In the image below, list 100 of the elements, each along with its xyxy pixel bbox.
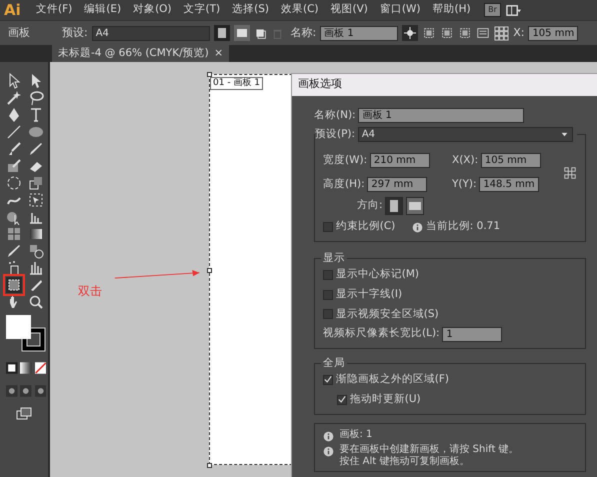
menu-item[interactable]: 选择(S) bbox=[228, 2, 273, 18]
gradient-swatch-icon[interactable] bbox=[20, 360, 32, 376]
type-icon[interactable] bbox=[28, 107, 44, 123]
checkbox-label: 显示视频安全区域(S) bbox=[336, 306, 439, 322]
selection-handle[interactable] bbox=[207, 268, 212, 273]
gradient-icon[interactable] bbox=[28, 226, 44, 242]
artboard-options-icon[interactable] bbox=[476, 26, 490, 40]
menu-item[interactable]: 文字(T) bbox=[180, 2, 224, 18]
draw-inside-icon[interactable] bbox=[34, 383, 46, 399]
name-label: 名称(N): bbox=[314, 108, 356, 123]
tab-close-button[interactable]: × bbox=[214, 47, 224, 59]
menu-item[interactable]: 窗口(W) bbox=[376, 2, 424, 18]
annotation-text: 双击 bbox=[78, 283, 102, 300]
checkbox-label: 拖动时更新(U) bbox=[350, 392, 421, 407]
x-label: X(X): bbox=[452, 152, 478, 168]
x-field[interactable]: 105 mm bbox=[528, 26, 578, 40]
pixel-ratio-label: 视频标尺像素长宽比(L): bbox=[323, 326, 440, 342]
reference-point-icon[interactable] bbox=[494, 26, 510, 40]
preset-value: A4 bbox=[362, 128, 376, 142]
preset-value: A4 bbox=[96, 26, 109, 40]
current-ratio-text: 当前比例: 0.71 bbox=[426, 219, 500, 234]
constrain-label: 约束比例(C) bbox=[336, 219, 396, 234]
portrait-button[interactable] bbox=[385, 197, 404, 216]
menu-item[interactable]: 视图(V) bbox=[326, 2, 372, 18]
width-label: 宽度(W): bbox=[323, 152, 368, 168]
align-center-icon[interactable] bbox=[440, 26, 454, 40]
draw-behind-icon[interactable] bbox=[20, 383, 32, 399]
selection-handle[interactable] bbox=[207, 72, 212, 77]
app-logo: Ai bbox=[4, 0, 22, 21]
align-top-icon[interactable] bbox=[422, 26, 436, 40]
x-label: X: bbox=[513, 24, 524, 41]
preset-dropdown[interactable]: A4 bbox=[358, 127, 573, 142]
info-icon bbox=[323, 430, 334, 442]
artboard-icon[interactable] bbox=[6, 277, 22, 293]
checkbox[interactable] bbox=[323, 270, 333, 280]
menu-item[interactable]: 帮助(H) bbox=[428, 2, 475, 18]
y-field[interactable]: 148.5 mm bbox=[479, 176, 540, 192]
width-field[interactable]: 210 mm bbox=[370, 153, 430, 168]
checkbox[interactable] bbox=[323, 309, 333, 320]
free-transform-icon[interactable] bbox=[28, 192, 44, 208]
landscape-button[interactable] bbox=[406, 197, 424, 216]
mesh-icon[interactable] bbox=[6, 226, 22, 242]
menu-item[interactable]: 对象(O) bbox=[129, 2, 176, 18]
info-text: 要在画板中创建新画板，请按 Shift 键。 按住 Alt 键拖动可复制画板。 bbox=[340, 444, 519, 468]
screen-mode-icon[interactable] bbox=[16, 406, 32, 422]
menu-item[interactable]: 编辑(E) bbox=[80, 2, 126, 18]
preset-label: 预设: bbox=[62, 24, 88, 41]
brush-icon[interactable] bbox=[6, 141, 22, 157]
move-artwork-icon[interactable] bbox=[402, 25, 418, 41]
pixel-ratio-field[interactable]: 1 bbox=[442, 326, 502, 342]
new-artboard-icon[interactable] bbox=[254, 26, 267, 40]
bridge-button[interactable]: Br bbox=[484, 3, 501, 17]
document-tab-title[interactable]: 未标题-4 @ 66% (CMYK/预览) bbox=[58, 47, 209, 59]
height-field[interactable]: 297 mm bbox=[367, 176, 428, 192]
height-label: 高度(H): bbox=[323, 176, 365, 192]
y-label: Y(Y): bbox=[452, 176, 477, 192]
rotate-icon[interactable] bbox=[6, 175, 22, 191]
none-swatch-icon[interactable] bbox=[34, 360, 46, 376]
preset-dropdown[interactable]: A4 bbox=[92, 26, 210, 40]
lasso-icon[interactable] bbox=[28, 90, 44, 106]
name-field[interactable]: 画板 1 bbox=[358, 108, 524, 124]
preset-label: 预设(P): bbox=[315, 126, 356, 142]
menu-item[interactable]: 效果(C) bbox=[277, 2, 323, 18]
checkbox-label: 显示中心标记(M) bbox=[336, 267, 420, 282]
fill-stroke-swatch[interactable] bbox=[6, 315, 46, 352]
column-graph-icon[interactable] bbox=[28, 260, 44, 276]
artboard-label: 01 - 画板 1 bbox=[210, 77, 264, 90]
checkbox[interactable] bbox=[337, 394, 347, 405]
x-field[interactable]: 105 mm bbox=[480, 153, 541, 168]
info-icon bbox=[323, 446, 334, 458]
eyedropper-icon[interactable] bbox=[6, 243, 22, 259]
zoom-icon[interactable] bbox=[28, 294, 44, 310]
landscape-icon[interactable] bbox=[234, 25, 250, 41]
checkbox[interactable] bbox=[323, 290, 333, 300]
portrait-icon[interactable] bbox=[214, 25, 230, 41]
orientation-label: 方向: bbox=[357, 198, 383, 214]
pencil-icon[interactable] bbox=[28, 141, 44, 157]
workspace-layout-icon[interactable] bbox=[504, 2, 522, 18]
toolbar-label: 画板 bbox=[8, 24, 30, 41]
blend-icon[interactable] bbox=[28, 243, 44, 259]
magic-wand-icon[interactable] bbox=[6, 90, 22, 106]
portrait-icon bbox=[389, 200, 400, 212]
ellipse-icon[interactable] bbox=[28, 124, 44, 140]
info-icon bbox=[412, 222, 424, 233]
checkbox-label: 显示十字线(I) bbox=[336, 286, 402, 302]
dialog-title: 画板选项 bbox=[292, 74, 597, 96]
line-icon[interactable] bbox=[6, 124, 22, 140]
name-field[interactable]: 画板 1 bbox=[320, 26, 398, 40]
scale-icon[interactable] bbox=[28, 175, 44, 191]
menu-item[interactable]: 文件(F) bbox=[32, 2, 76, 18]
color-swatch-icon[interactable] bbox=[6, 360, 18, 376]
landscape-icon bbox=[409, 201, 422, 212]
checkbox[interactable] bbox=[323, 374, 333, 385]
name-label: 名称: bbox=[290, 24, 316, 41]
blob-brush-icon[interactable] bbox=[6, 158, 22, 174]
constrain-checkbox[interactable] bbox=[323, 222, 333, 232]
draw-normal-icon[interactable] bbox=[6, 383, 18, 399]
align-bottom-icon[interactable] bbox=[458, 26, 472, 40]
selection-handle[interactable] bbox=[207, 463, 212, 468]
link-proportions-icon[interactable] bbox=[563, 166, 577, 180]
